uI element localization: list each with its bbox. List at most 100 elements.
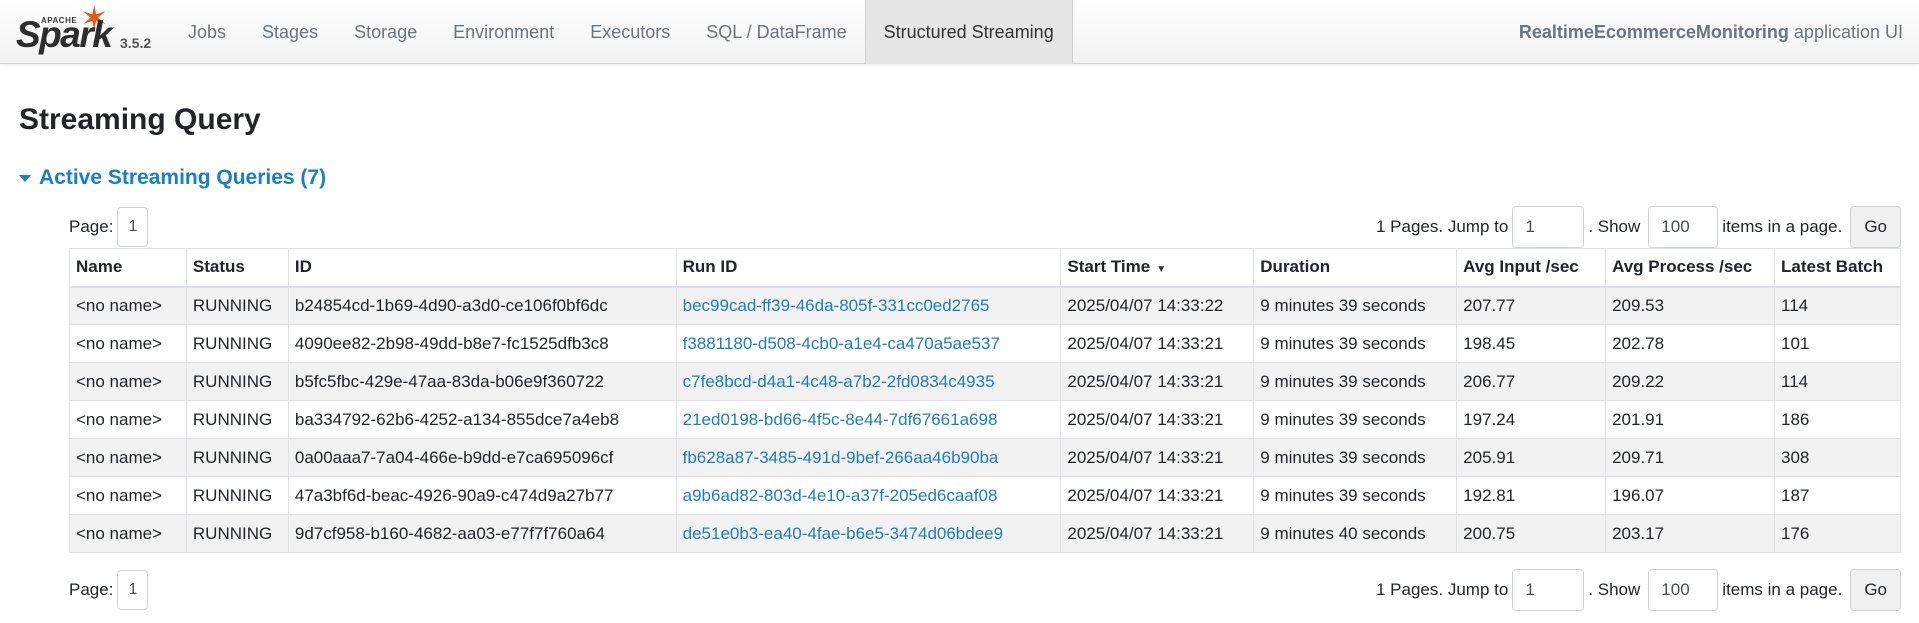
column-header-name[interactable]: Name bbox=[69, 248, 187, 288]
cell-duration: 9 minutes 39 seconds bbox=[1253, 286, 1458, 325]
run-id-link[interactable]: fb628a87-3485-491d-9bef-266aa46b90ba bbox=[683, 448, 999, 467]
jump-to-page-input[interactable]: 1 bbox=[1512, 206, 1585, 248]
spark-logo[interactable]: ✶ APACHE Spark 3.5.2 bbox=[16, 2, 166, 60]
cell-avg-process: 201.91 bbox=[1605, 400, 1775, 439]
run-id-link[interactable]: f3881180-d508-4cb0-a1e4-ca470a5ae537 bbox=[683, 334, 1000, 353]
cell-id: 0a00aaa7-7a04-466e-b9dd-e7ca695096cf bbox=[287, 438, 677, 477]
cell-avg-input: 197.24 bbox=[1456, 400, 1607, 439]
show-text: . Show bbox=[1588, 580, 1641, 599]
cell-avg-process: 196.07 bbox=[1605, 476, 1775, 515]
column-header-run-id[interactable]: Run ID bbox=[675, 248, 1062, 288]
cell-avg-input: 198.45 bbox=[1456, 324, 1607, 363]
tab-sql-dataframe[interactable]: SQL / DataFrame bbox=[688, 0, 864, 64]
cell-start-time: 2025/04/07 14:33:21 bbox=[1060, 514, 1255, 553]
cell-latest-batch: 114 bbox=[1774, 362, 1901, 401]
table-row: <no name> RUNNING 0a00aaa7-7a04-466e-b9d… bbox=[69, 438, 1901, 477]
application-title: RealtimeEcommerceMonitoring application … bbox=[1519, 0, 1903, 64]
cell-duration: 9 minutes 39 seconds bbox=[1253, 362, 1458, 401]
table-row: <no name> RUNNING ba334792-62b6-4252-a13… bbox=[69, 400, 1901, 439]
active-queries-title: Active Streaming Queries (7) bbox=[39, 166, 327, 189]
column-header-avg-input[interactable]: Avg Input /sec bbox=[1456, 248, 1607, 288]
table-row: <no name> RUNNING b24854cd-1b69-4d90-a3d… bbox=[69, 286, 1901, 325]
start-time-label: Start Time bbox=[1067, 257, 1151, 277]
cell-avg-process: 203.17 bbox=[1605, 514, 1775, 553]
show-text: . Show bbox=[1588, 217, 1641, 236]
column-header-status[interactable]: Status bbox=[185, 248, 289, 288]
table-row: <no name> RUNNING 9d7cf958-b160-4682-aa0… bbox=[69, 514, 1901, 553]
cell-avg-input: 207.77 bbox=[1456, 286, 1607, 325]
go-button[interactable]: Go bbox=[1850, 569, 1901, 611]
cell-status: RUNNING bbox=[185, 362, 289, 401]
run-id-link[interactable]: c7fe8bcd-d4a1-4c48-a7b2-2fd0834c4935 bbox=[683, 372, 995, 391]
column-header-duration[interactable]: Duration bbox=[1253, 248, 1458, 288]
page-number-link[interactable]: 1 bbox=[117, 570, 149, 610]
run-id-link[interactable]: 21ed0198-bd66-4f5c-8e44-7df67661a698 bbox=[683, 410, 998, 429]
page-size-input[interactable]: 100 bbox=[1648, 206, 1719, 248]
cell-run-id: bec99cad-ff39-46da-805f-331cc0ed2765 bbox=[675, 286, 1062, 325]
cell-avg-process: 209.22 bbox=[1605, 362, 1775, 401]
cell-run-id: a9b6ad82-803d-4e10-a37f-205ed6caaf08 bbox=[675, 476, 1062, 515]
active-queries-toggle[interactable]: Active Streaming Queries (7) bbox=[19, 166, 326, 190]
page-size-input[interactable]: 100 bbox=[1648, 569, 1719, 611]
cell-duration: 9 minutes 39 seconds bbox=[1253, 400, 1458, 439]
top-pagination: Page: 1 1 Pages. Jump to 1 . Show 100 it… bbox=[69, 205, 1901, 249]
bottom-pagination: Page: 1 1 Pages. Jump to 1 . Show 100 it… bbox=[69, 568, 1901, 612]
application-suffix: application UI bbox=[1793, 22, 1903, 42]
cell-name: <no name> bbox=[69, 324, 187, 363]
cell-avg-input: 205.91 bbox=[1456, 438, 1607, 477]
tab-structured-streaming[interactable]: Structured Streaming bbox=[864, 0, 1073, 64]
logo-spark-text: Spark bbox=[16, 14, 113, 55]
cell-start-time: 2025/04/07 14:33:21 bbox=[1060, 324, 1255, 363]
items-in-page-text: items in a page. bbox=[1722, 217, 1843, 236]
run-id-link[interactable]: bec99cad-ff39-46da-805f-331cc0ed2765 bbox=[683, 296, 990, 315]
cell-status: RUNNING bbox=[185, 324, 289, 363]
cell-name: <no name> bbox=[69, 400, 187, 439]
cell-start-time: 2025/04/07 14:33:21 bbox=[1060, 438, 1255, 477]
cell-id: 47a3bf6d-beac-4926-90a9-c474d9a27b77 bbox=[287, 476, 677, 515]
column-header-start-time[interactable]: Start Time ▼ bbox=[1060, 248, 1255, 288]
spark-version: 3.5.2 bbox=[120, 35, 152, 51]
cell-latest-batch: 101 bbox=[1774, 324, 1901, 363]
cell-start-time: 2025/04/07 14:33:22 bbox=[1060, 286, 1255, 325]
cell-latest-batch: 308 bbox=[1774, 438, 1901, 477]
cell-status: RUNNING bbox=[185, 476, 289, 515]
pages-text: 1 Pages. Jump to bbox=[1376, 580, 1509, 599]
cell-status: RUNNING bbox=[185, 286, 289, 325]
caret-down-icon bbox=[19, 174, 31, 182]
nav-tabs: Jobs Stages Storage Environment Executor… bbox=[170, 0, 1073, 64]
cell-avg-input: 206.77 bbox=[1456, 362, 1607, 401]
sort-descending-icon: ▼ bbox=[1156, 264, 1167, 276]
column-header-id[interactable]: ID bbox=[287, 248, 677, 288]
table-row: <no name> RUNNING b5fc5fbc-429e-47aa-83d… bbox=[69, 362, 1901, 401]
column-header-latest-batch[interactable]: Latest Batch bbox=[1774, 248, 1901, 288]
run-id-link[interactable]: a9b6ad82-803d-4e10-a37f-205ed6caaf08 bbox=[683, 486, 998, 505]
column-header-avg-process[interactable]: Avg Process /sec bbox=[1605, 248, 1775, 288]
table-header-row: Name Status ID Run ID Start Time ▼ Durati… bbox=[69, 248, 1901, 288]
cell-status: RUNNING bbox=[185, 514, 289, 553]
jump-to-page-input[interactable]: 1 bbox=[1512, 569, 1585, 611]
cell-run-id: fb628a87-3485-491d-9bef-266aa46b90ba bbox=[675, 438, 1062, 477]
cell-latest-batch: 114 bbox=[1774, 286, 1901, 325]
cell-avg-input: 192.81 bbox=[1456, 476, 1607, 515]
page-label: Page: bbox=[69, 217, 114, 236]
cell-start-time: 2025/04/07 14:33:21 bbox=[1060, 476, 1255, 515]
tab-stages[interactable]: Stages bbox=[244, 0, 336, 64]
tab-environment[interactable]: Environment bbox=[435, 0, 572, 64]
cell-id: b24854cd-1b69-4d90-a3d0-ce106f0bf6dc bbox=[287, 286, 677, 325]
tab-jobs[interactable]: Jobs bbox=[170, 0, 244, 64]
cell-duration: 9 minutes 40 seconds bbox=[1253, 514, 1458, 553]
run-id-link[interactable]: de51e0b3-ea40-4fae-b6e5-3474d06bdee9 bbox=[683, 524, 1003, 543]
page-title: Streaming Query bbox=[19, 103, 261, 136]
go-button[interactable]: Go bbox=[1850, 206, 1901, 248]
cell-avg-process: 209.71 bbox=[1605, 438, 1775, 477]
cell-id: 9d7cf958-b160-4682-aa03-e77f7f760a64 bbox=[287, 514, 677, 553]
cell-start-time: 2025/04/07 14:33:21 bbox=[1060, 400, 1255, 439]
cell-name: <no name> bbox=[69, 438, 187, 477]
cell-avg-process: 202.78 bbox=[1605, 324, 1775, 363]
tab-storage[interactable]: Storage bbox=[336, 0, 435, 64]
table-row: <no name> RUNNING 47a3bf6d-beac-4926-90a… bbox=[69, 476, 1901, 515]
page-number-link[interactable]: 1 bbox=[117, 207, 149, 247]
active-queries-table: Name Status ID Run ID Start Time ▼ Durati… bbox=[69, 248, 1901, 553]
tab-executors[interactable]: Executors bbox=[572, 0, 688, 64]
table-row: <no name> RUNNING 4090ee82-2b98-49dd-b8e… bbox=[69, 324, 1901, 363]
